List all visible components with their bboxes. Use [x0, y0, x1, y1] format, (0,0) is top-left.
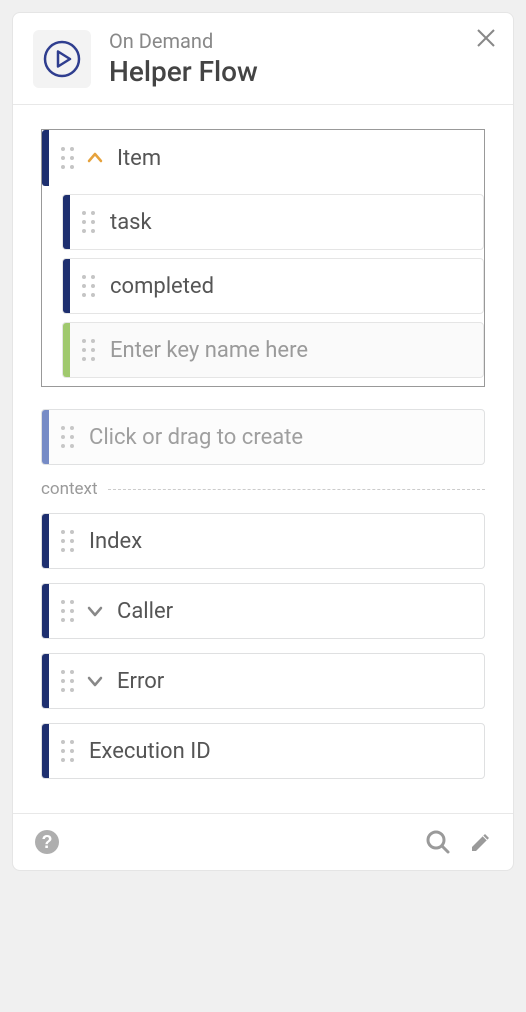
field-index[interactable]: Index [41, 513, 485, 569]
svg-text:?: ? [42, 832, 53, 852]
header-title: Helper Flow [109, 55, 258, 88]
close-button[interactable] [475, 27, 497, 53]
header-subtitle: On Demand [109, 29, 258, 53]
item-row[interactable]: Item [42, 130, 484, 186]
drag-handle[interactable] [55, 530, 79, 552]
context-divider: context [41, 479, 485, 499]
collapse-toggle[interactable] [81, 148, 109, 168]
field-label: task [102, 210, 160, 235]
color-bar [63, 195, 70, 249]
search-icon [425, 829, 451, 855]
context-label: context [41, 479, 98, 499]
search-button[interactable] [425, 829, 451, 855]
card-footer: ? [13, 813, 513, 870]
item-group: Item task completed [41, 129, 485, 387]
drag-handle[interactable] [55, 426, 79, 448]
pencil-icon [469, 830, 493, 854]
field-task[interactable]: task [62, 194, 484, 250]
color-bar [42, 724, 49, 778]
field-label: completed [102, 274, 222, 299]
create-placeholder: Click or drag to create [81, 425, 311, 450]
create-row[interactable]: Click or drag to create [41, 409, 485, 465]
drag-handle[interactable] [76, 339, 100, 361]
dashed-line [108, 489, 485, 490]
field-label: Index [81, 529, 150, 554]
drag-handle[interactable] [55, 147, 79, 169]
color-bar [63, 323, 70, 377]
edit-button[interactable] [469, 830, 493, 854]
expand-toggle[interactable] [81, 671, 109, 691]
color-bar [42, 514, 49, 568]
color-bar [42, 130, 49, 186]
color-bar [42, 654, 49, 708]
color-bar [63, 259, 70, 313]
drag-handle[interactable] [76, 211, 100, 233]
field-execution-id[interactable]: Execution ID [41, 723, 485, 779]
field-label: Execution ID [81, 739, 219, 764]
drag-handle[interactable] [55, 670, 79, 692]
helper-flow-card: On Demand Helper Flow [12, 12, 514, 871]
drag-handle[interactable] [55, 600, 79, 622]
header-text: On Demand Helper Flow [109, 29, 258, 88]
field-completed[interactable]: completed [62, 258, 484, 314]
card-body: Item task completed [13, 105, 513, 813]
field-error[interactable]: Error [41, 653, 485, 709]
chevron-down-icon [85, 671, 105, 691]
new-key-input[interactable] [102, 338, 483, 363]
new-key-row[interactable] [62, 322, 484, 378]
item-label: Item [109, 146, 169, 171]
field-label: Caller [109, 599, 181, 624]
color-bar [42, 410, 49, 464]
play-icon [42, 39, 82, 79]
card-header: On Demand Helper Flow [13, 13, 513, 105]
color-bar [42, 584, 49, 638]
help-icon: ? [33, 828, 61, 856]
close-icon [475, 27, 497, 49]
expand-toggle[interactable] [81, 601, 109, 621]
field-label: Error [109, 669, 172, 694]
chevron-down-icon [85, 601, 105, 621]
help-button[interactable]: ? [33, 828, 61, 856]
chevron-up-icon [85, 148, 105, 168]
drag-handle[interactable] [55, 740, 79, 762]
drag-handle[interactable] [76, 275, 100, 297]
play-icon-box [33, 30, 91, 88]
field-caller[interactable]: Caller [41, 583, 485, 639]
